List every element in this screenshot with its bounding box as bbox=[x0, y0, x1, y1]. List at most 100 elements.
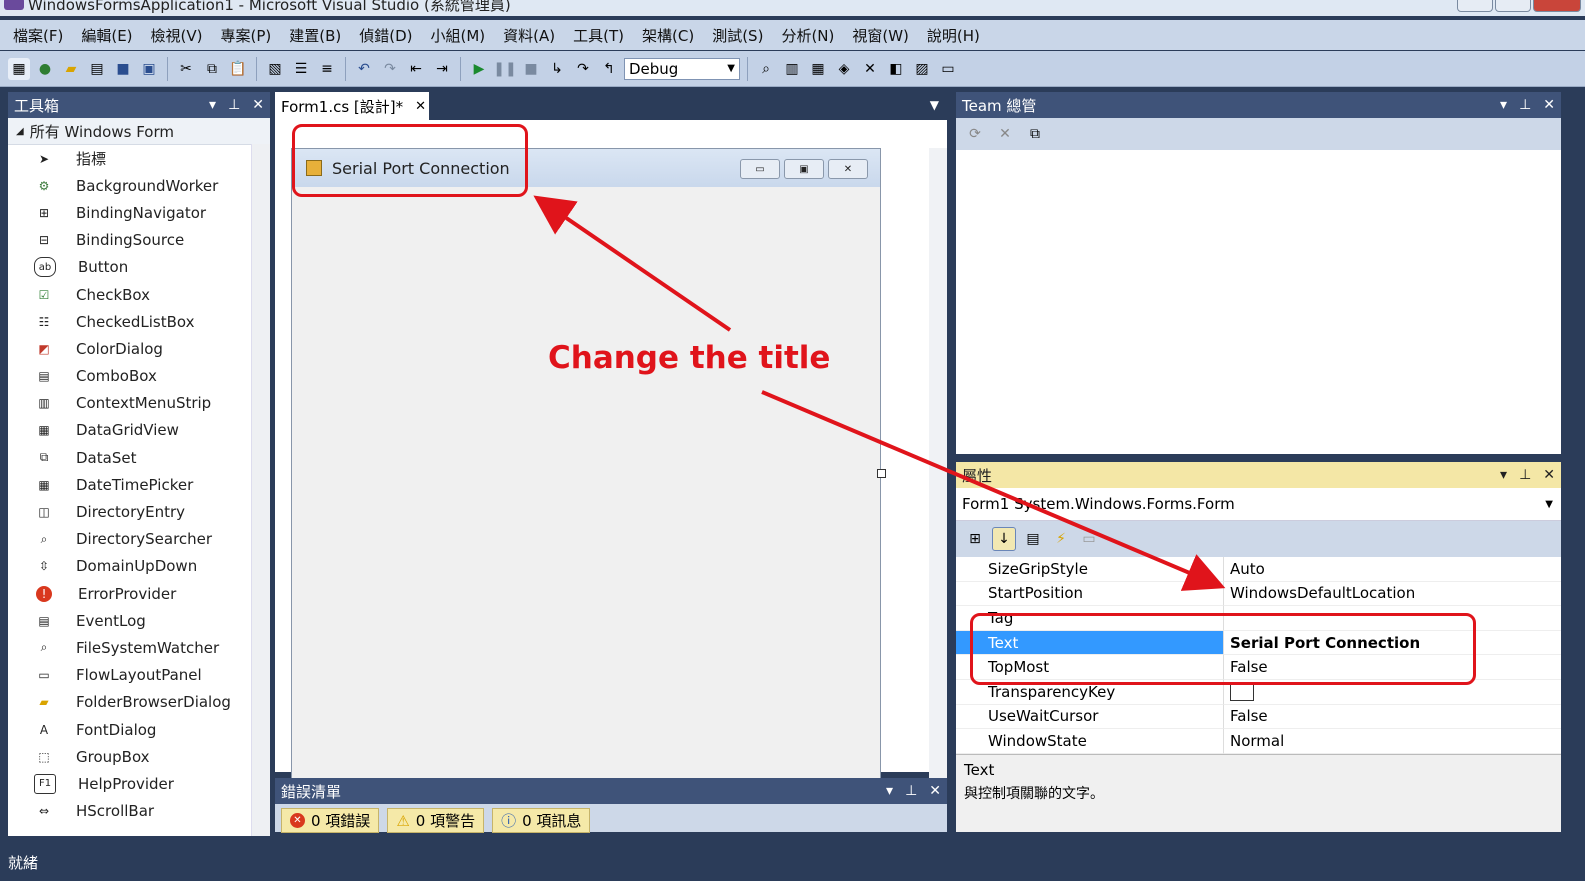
solution-explorer-icon[interactable]: ▥ bbox=[781, 58, 803, 80]
start-debug-icon[interactable]: ▶ bbox=[468, 58, 490, 80]
toolbox-item-bindingsource[interactable]: ⊟ BindingSource bbox=[8, 227, 270, 254]
toolbox-category[interactable]: ◢ 所有 Windows Form bbox=[8, 118, 270, 145]
menu-team[interactable]: 小組(M) bbox=[422, 25, 495, 46]
error-list-icon[interactable]: ▨ bbox=[911, 58, 933, 80]
toolbox-item-datetimepicker[interactable]: ▦ DateTimePicker bbox=[8, 471, 270, 498]
menu-test[interactable]: 測試(S) bbox=[703, 25, 772, 46]
toolbox-icon[interactable]: ✕ bbox=[859, 58, 881, 80]
property-value[interactable]: WindowsDefaultLocation bbox=[1224, 582, 1561, 607]
menu-edit[interactable]: 編輯(E) bbox=[72, 25, 141, 46]
pin-icon[interactable]: ⊥ bbox=[228, 97, 240, 113]
step-out-icon[interactable]: ↰ bbox=[598, 58, 620, 80]
paste-icon[interactable]: 📋 bbox=[227, 58, 249, 80]
toolbox-item-folderbrowserdialog[interactable]: ▰ FolderBrowserDialog bbox=[8, 689, 270, 716]
dropdown-icon[interactable]: ▾ bbox=[209, 97, 216, 113]
command-window-icon[interactable]: ▭ bbox=[937, 58, 959, 80]
dropdown-icon[interactable]: ▾ bbox=[886, 783, 893, 799]
toolbox-item-helpprovider[interactable]: F1 HelpProvider bbox=[8, 770, 270, 797]
toolbox-item-backgroundworker[interactable]: ⚙ BackgroundWorker bbox=[8, 172, 270, 199]
toolbox-item-directoryentry[interactable]: ◫ DirectoryEntry bbox=[8, 498, 270, 525]
property-row-sizegripstyle[interactable]: SizeGripStyle Auto bbox=[956, 557, 1561, 582]
undo-icon[interactable]: ↶ bbox=[353, 58, 375, 80]
toolbox-item-checkbox[interactable]: ☑ CheckBox bbox=[8, 281, 270, 308]
toolbox-item-bindingnavigator[interactable]: ⊞ BindingNavigator bbox=[8, 199, 270, 226]
property-row-usewaitcursor[interactable]: UseWaitCursor False bbox=[956, 704, 1561, 730]
property-value[interactable]: Normal bbox=[1224, 729, 1561, 754]
toolbox-item-fontdialog[interactable]: A FontDialog bbox=[8, 716, 270, 743]
save-all-icon[interactable]: ▣ bbox=[138, 58, 160, 80]
close-tab-icon[interactable]: ✕ bbox=[415, 99, 426, 114]
close-icon[interactable]: ✕ bbox=[1543, 97, 1555, 113]
messages-filter-button[interactable]: ⓘ 0 項訊息 bbox=[492, 808, 591, 833]
dropdown-icon[interactable]: ▾ bbox=[1500, 467, 1507, 483]
menu-tools[interactable]: 工具(T) bbox=[564, 25, 633, 46]
redo-icon[interactable]: ↷ bbox=[379, 58, 401, 80]
resize-handle[interactable] bbox=[877, 469, 886, 478]
events-icon[interactable]: ⚡ bbox=[1050, 528, 1072, 550]
toolbox-item-checkedlistbox[interactable]: ☷ CheckedListBox bbox=[8, 308, 270, 335]
navigate-back-icon[interactable]: ⇤ bbox=[405, 58, 427, 80]
toolbox-item-directorysearcher[interactable]: ⌕ DirectorySearcher bbox=[8, 526, 270, 553]
property-row-startposition[interactable]: StartPosition WindowsDefaultLocation bbox=[956, 581, 1561, 607]
stop-icon[interactable]: ■ bbox=[520, 58, 542, 80]
designer-scrollbar[interactable] bbox=[929, 148, 947, 800]
categorized-icon[interactable]: ⊞ bbox=[964, 528, 986, 550]
navigate-forward-icon[interactable]: ⇥ bbox=[431, 58, 453, 80]
toolbox-item-pointer[interactable]: ➤ 指標 bbox=[8, 145, 270, 172]
connect-icon[interactable]: ⧉ bbox=[1024, 123, 1046, 145]
stop-icon[interactable]: ✕ bbox=[994, 123, 1016, 145]
toolbox-item-domainupdown[interactable]: ⇳ DomainUpDown bbox=[8, 553, 270, 580]
comment-icon[interactable]: ☰ bbox=[290, 58, 312, 80]
toolbox-item-filesystemwatcher[interactable]: ⌕ FileSystemWatcher bbox=[8, 634, 270, 661]
toolbox-item-colordialog[interactable]: ◩ ColorDialog bbox=[8, 335, 270, 362]
toolbox-item-datagridview[interactable]: ▦ DataGridView bbox=[8, 417, 270, 444]
close-icon[interactable]: ✕ bbox=[1543, 467, 1555, 483]
menu-debug[interactable]: 偵錯(D) bbox=[350, 25, 421, 46]
toolbox-item-dataset[interactable]: ⧉ DataSet bbox=[8, 444, 270, 471]
menu-analyze[interactable]: 分析(N) bbox=[772, 25, 843, 46]
solution-config-dropdown[interactable]: Debug ▼ bbox=[624, 57, 740, 80]
close-button[interactable] bbox=[1533, 0, 1581, 12]
property-row-windowstate[interactable]: WindowState Normal bbox=[956, 729, 1561, 754]
menu-project[interactable]: 專案(P) bbox=[212, 25, 281, 46]
pin-icon[interactable]: ⊥ bbox=[905, 783, 917, 799]
alphabetical-icon[interactable]: ↓ bbox=[992, 527, 1016, 551]
pin-icon[interactable]: ⊥ bbox=[1519, 467, 1531, 483]
warnings-filter-button[interactable]: ⚠ 0 項警告 bbox=[387, 808, 485, 833]
find-icon[interactable]: ▧ bbox=[264, 58, 286, 80]
properties-view-icon[interactable]: ▤ bbox=[1022, 528, 1044, 550]
toolbox-item-button[interactable]: ab Button bbox=[8, 254, 270, 281]
uncomment-icon[interactable]: ≡ bbox=[316, 58, 338, 80]
pause-icon[interactable]: ❚❚ bbox=[493, 58, 516, 80]
menu-view[interactable]: 檢視(V) bbox=[142, 25, 212, 46]
minimize-button[interactable] bbox=[1457, 0, 1493, 12]
toolbox-item-contextmenustrip[interactable]: ▥ ContextMenuStrip bbox=[8, 390, 270, 417]
pin-icon[interactable]: ⊥ bbox=[1519, 97, 1531, 113]
toolbox-item-eventlog[interactable]: ▤ EventLog bbox=[8, 607, 270, 634]
object-browser-icon[interactable]: ◈ bbox=[833, 58, 855, 80]
menu-architecture[interactable]: 架構(C) bbox=[633, 25, 703, 46]
new-website-icon[interactable]: ● bbox=[34, 58, 56, 80]
maximize-button[interactable] bbox=[1495, 0, 1531, 12]
property-pages-icon[interactable]: ▭ bbox=[1078, 528, 1100, 550]
save-icon[interactable]: ■ bbox=[112, 58, 134, 80]
open-file-icon[interactable]: ▰ bbox=[60, 58, 82, 80]
form1-preview[interactable]: Serial Port Connection ▭ ▣ ✕ bbox=[291, 148, 881, 790]
class-view-icon[interactable]: ◧ bbox=[885, 58, 907, 80]
toolbox-item-groupbox[interactable]: ⬚ GroupBox bbox=[8, 743, 270, 770]
close-icon[interactable]: ✕ bbox=[252, 97, 264, 113]
copy-icon[interactable]: ⧉ bbox=[201, 58, 223, 80]
step-into-icon[interactable]: ↳ bbox=[546, 58, 568, 80]
object-selector[interactable]: Form1 System.Windows.Forms.Form ▼ bbox=[956, 488, 1561, 521]
close-icon[interactable]: ✕ bbox=[929, 783, 941, 799]
menu-data[interactable]: 資料(A) bbox=[494, 25, 564, 46]
toolbox-item-combobox[interactable]: ▤ ComboBox bbox=[8, 363, 270, 390]
refresh-icon[interactable]: ⟳ bbox=[964, 123, 986, 145]
toolbox-item-flowlayoutpanel[interactable]: ▭ FlowLayoutPanel bbox=[8, 662, 270, 689]
cut-icon[interactable]: ✂ bbox=[175, 58, 197, 80]
dropdown-icon[interactable]: ▾ bbox=[1500, 97, 1507, 113]
errors-filter-button[interactable]: ✕ 0 項錯誤 bbox=[281, 808, 380, 833]
design-surface[interactable]: Serial Port Connection ▭ ▣ ✕ bbox=[275, 120, 947, 800]
toolbox-scrollbar[interactable] bbox=[251, 144, 270, 836]
menu-build[interactable]: 建置(B) bbox=[280, 25, 350, 46]
